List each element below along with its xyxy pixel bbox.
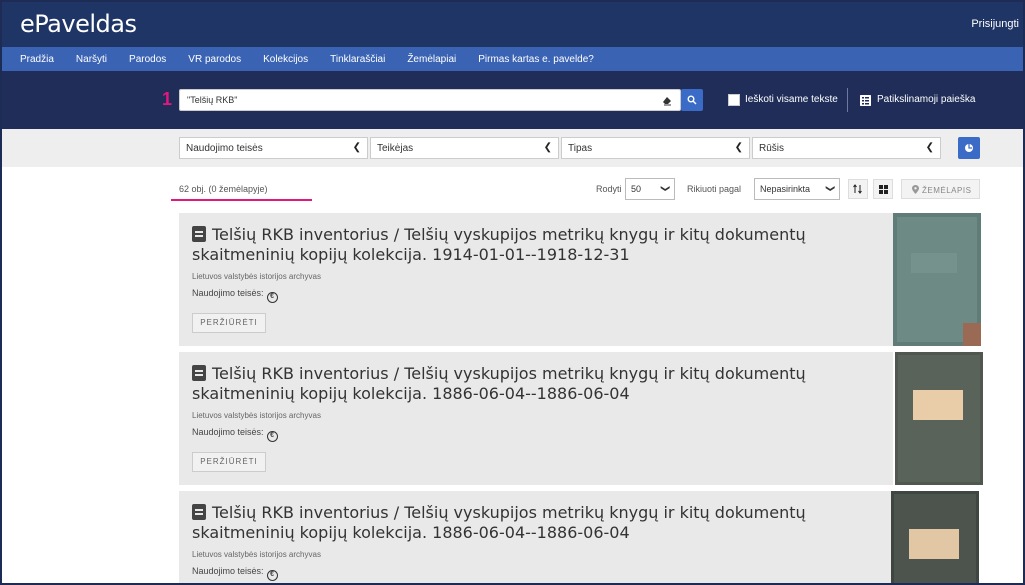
chevron-down-icon: ❮ xyxy=(543,142,552,153)
result-rights: Naudojimo teisės: € xyxy=(192,427,278,442)
result-title-link[interactable]: Telšių RKB inventorius / Telšių vyskupij… xyxy=(192,225,832,265)
page-size-value: 50 xyxy=(631,184,642,194)
search-icon xyxy=(687,95,697,105)
result-holder: Lietuvos valstybės istorijos archyvas xyxy=(192,411,321,420)
top-header: ePaveldas Prisijungti xyxy=(2,2,1023,47)
copyright-icon: € xyxy=(266,570,278,581)
copyright-icon: € xyxy=(266,292,278,303)
sort-arrows-icon xyxy=(853,184,862,194)
result-count: 62 obj. (0 žemėlapyje) xyxy=(179,184,268,194)
filter-reset-button[interactable] xyxy=(958,137,980,159)
sort-value: Nepasirinkta xyxy=(760,184,811,194)
advanced-search-link[interactable]: Patikslinamoji paieška xyxy=(877,94,975,105)
usage-rights-select[interactable]: Naudojimo teisės ❮ xyxy=(179,137,368,159)
grid-view-button[interactable] xyxy=(873,179,893,199)
sort-direction-button[interactable] xyxy=(848,179,868,199)
result-card: Telšių RKB inventorius / Telšių vyskupij… xyxy=(179,491,893,583)
result-title: Telšių RKB inventorius / Telšių vyskupij… xyxy=(192,364,806,403)
map-pin-icon xyxy=(912,185,919,194)
map-button-label: ŽEMĖLAPIS xyxy=(922,186,972,195)
nav-item-kolekcijos[interactable]: Kolekcijos xyxy=(263,54,308,65)
sort-label: Rikiuoti pagal xyxy=(687,184,742,194)
provider-select[interactable]: Teikėjas ❮ xyxy=(370,137,559,159)
search-button[interactable] xyxy=(681,89,703,111)
rights-label: Naudojimo teisės: xyxy=(192,566,264,576)
result-holder: Lietuvos valstybės istorijos archyvas xyxy=(192,272,321,281)
result-rights: Naudojimo teisės: € xyxy=(192,288,278,303)
grid-icon xyxy=(878,184,888,194)
result-title: Telšių RKB inventorius / Telšių vyskupij… xyxy=(192,503,806,542)
book-icon xyxy=(192,365,206,381)
book-icon xyxy=(192,504,206,520)
result-thumbnail[interactable] xyxy=(893,213,981,346)
page-size-select[interactable]: 50 ❮ xyxy=(625,178,675,200)
map-button[interactable]: ŽEMĖLAPIS xyxy=(901,179,980,199)
divider xyxy=(847,88,848,112)
eraser-icon[interactable] xyxy=(661,94,673,106)
result-thumbnail[interactable] xyxy=(891,491,979,585)
sort-select[interactable]: Nepasirinkta ❮ xyxy=(754,178,840,200)
kind-label: Rūšis xyxy=(759,143,785,154)
nav-item-vr-parodos[interactable]: VR parodos xyxy=(188,54,241,65)
chevron-down-icon: ❮ xyxy=(824,184,835,193)
fulltext-label: Ieškoti visame tekste xyxy=(745,94,838,105)
app-frame: ePaveldas Prisijungti Pradžia Naršyti Pa… xyxy=(0,0,1025,585)
result-title-link[interactable]: Telšių RKB inventorius / Telšių vyskupij… xyxy=(192,503,832,543)
view-button[interactable]: PERŽIŪRĖTI xyxy=(192,313,266,333)
chevron-down-icon: ❮ xyxy=(659,184,670,193)
list-icon xyxy=(860,95,871,106)
nav-item-pirmas-kartas[interactable]: Pirmas kartas e. pavelde? xyxy=(478,54,594,65)
rights-label: Naudojimo teisės: xyxy=(192,288,264,298)
usage-rights-label: Naudojimo teisės xyxy=(186,143,263,154)
view-button[interactable]: PERŽIŪRĖTI xyxy=(192,452,266,472)
type-select[interactable]: Tipas ❮ xyxy=(561,137,750,159)
provider-label: Teikėjas xyxy=(377,143,414,154)
site-logo[interactable]: ePaveldas xyxy=(20,10,137,38)
main-nav: Pradžia Naršyti Parodos VR parodos Kolek… xyxy=(2,47,1023,71)
book-icon xyxy=(192,226,206,242)
nav-item-zemelapiai[interactable]: Žemėlapiai xyxy=(407,54,456,65)
result-title: Telšių RKB inventorius / Telšių vyskupij… xyxy=(192,225,806,264)
chevron-down-icon: ❮ xyxy=(352,142,361,153)
search-band: 1 "Telšių RKB" Ieškoti visame tekste Pat… xyxy=(2,71,1023,129)
kind-select[interactable]: Rūšis ❮ xyxy=(752,137,941,159)
login-link[interactable]: Prisijungti xyxy=(971,18,1019,30)
filter-band: Naudojimo teisės ❮ Teikėjas ❮ Tipas ❮ Rū… xyxy=(2,129,1023,167)
result-card: Telšių RKB inventorius / Telšių vyskupij… xyxy=(179,213,893,346)
result-rights: Naudojimo teisės: € xyxy=(192,566,278,581)
type-label: Tipas xyxy=(568,143,593,154)
nav-item-parodos[interactable]: Parodos xyxy=(129,54,166,65)
chevron-down-icon: ❮ xyxy=(734,142,743,153)
nav-item-pradzia[interactable]: Pradžia xyxy=(20,54,54,65)
result-thumbnail[interactable] xyxy=(895,352,983,485)
copyright-icon: € xyxy=(266,431,278,442)
result-holder: Lietuvos valstybės istorijos archyvas xyxy=(192,550,321,559)
nav-item-narsyti[interactable]: Naršyti xyxy=(76,54,107,65)
reset-icon xyxy=(965,144,973,152)
rights-label: Naudojimo teisės: xyxy=(192,427,264,437)
count-highlight xyxy=(171,199,312,201)
result-title-link[interactable]: Telšių RKB inventorius / Telšių vyskupij… xyxy=(192,364,832,404)
fulltext-checkbox[interactable] xyxy=(728,94,740,106)
page-size-label: Rodyti xyxy=(596,184,622,194)
chevron-down-icon: ❮ xyxy=(925,142,934,153)
step-marker: 1 xyxy=(162,89,173,109)
nav-item-tinklarasciai[interactable]: Tinklaraščiai xyxy=(330,54,385,65)
result-card: Telšių RKB inventorius / Telšių vyskupij… xyxy=(179,352,893,485)
search-input[interactable]: "Telšių RKB" xyxy=(179,89,681,111)
